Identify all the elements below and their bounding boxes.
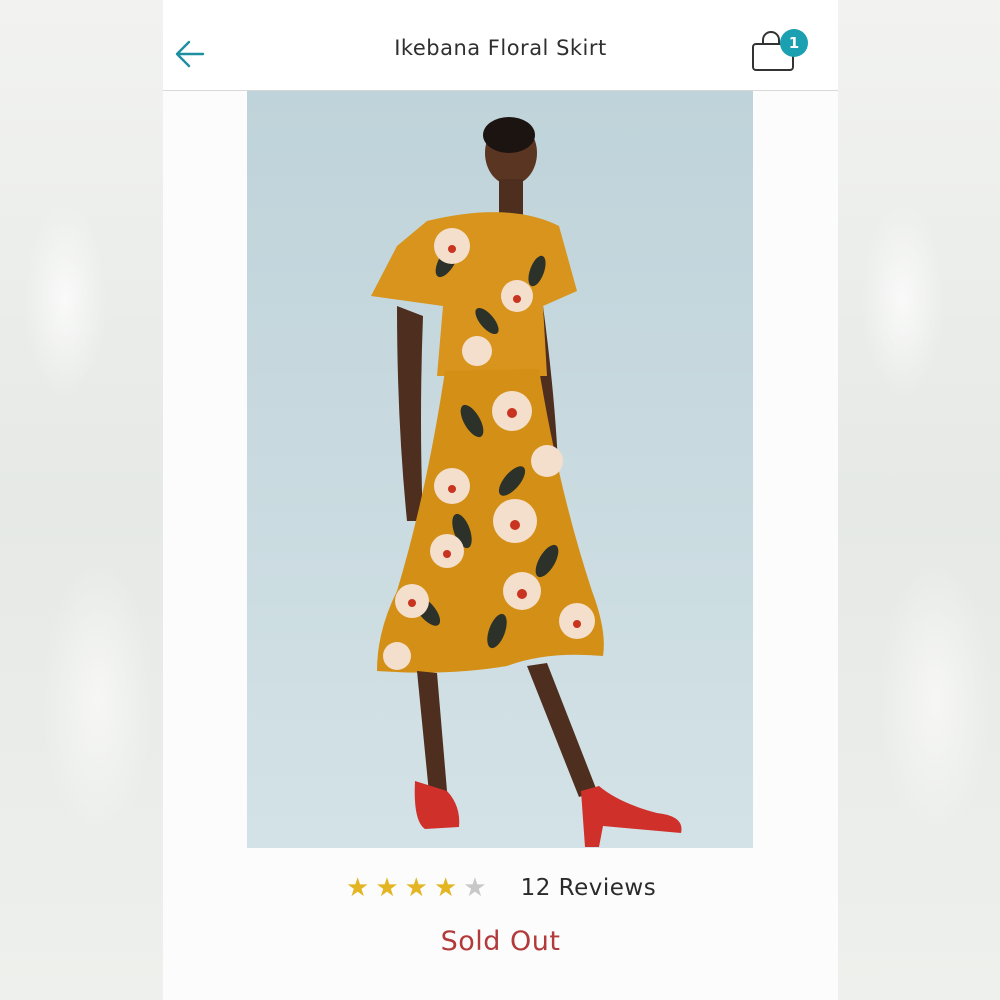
page-title: Ikebana Floral Skirt (394, 36, 607, 60)
star-filled-icon: ★ (404, 873, 428, 903)
backdrop-left (0, 0, 163, 1000)
star-filled-icon: ★ (346, 873, 370, 903)
product-image[interactable] (247, 91, 753, 848)
top-bar: Ikebana Floral Skirt 1 (163, 0, 838, 91)
rating-row[interactable]: ★ ★ ★ ★ ★ 12 Reviews (346, 868, 656, 908)
sold-out-label: Sold Out (440, 926, 561, 957)
cart-count-badge: 1 (780, 29, 808, 57)
app-screen: Ikebana Floral Skirt 1 ★ ★ ★ ★ ★ 12 Revi… (163, 0, 838, 1000)
backdrop-right (838, 0, 1000, 1000)
reviews-link[interactable]: 12 Reviews (521, 875, 657, 901)
star-empty-icon: ★ (463, 873, 487, 903)
product-photo (247, 91, 753, 848)
star-rating: ★ ★ ★ ★ ★ (346, 875, 487, 901)
star-filled-icon: ★ (375, 873, 399, 903)
star-filled-icon: ★ (433, 873, 458, 903)
